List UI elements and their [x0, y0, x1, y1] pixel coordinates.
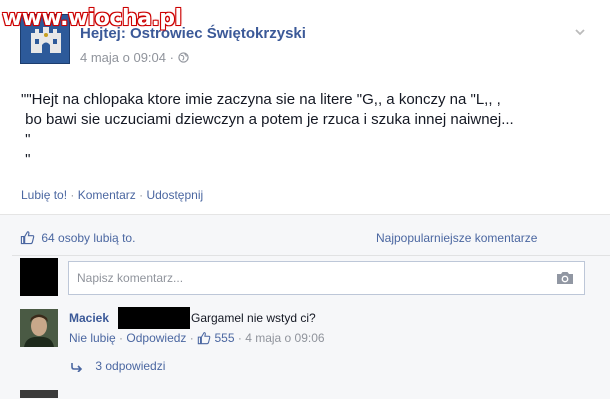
- watermark: www.wiocha.pl: [2, 6, 182, 31]
- replies-count: 3 odpowiedzi: [95, 359, 166, 373]
- post-actions: Lubię to! · Komentarz · Udostępnij: [21, 188, 203, 202]
- action-separator: ·: [70, 188, 78, 202]
- comment-input[interactable]: [77, 270, 537, 286]
- comment-box[interactable]: [68, 261, 585, 295]
- chevron-down-icon[interactable]: [574, 26, 586, 38]
- like-link[interactable]: Lubię to!: [21, 188, 67, 202]
- comment-sort[interactable]: Najpopularniejsze komentarze: [376, 231, 537, 245]
- divider: [12, 255, 610, 256]
- commenter-avatar[interactable]: [20, 309, 58, 347]
- likes-summary[interactable]: 64 osoby lubią to.: [20, 230, 135, 245]
- share-link[interactable]: Udostępnij: [146, 188, 203, 202]
- post-line: bo bawi sie uczuciami dziewczyn a potem …: [21, 111, 514, 128]
- camera-icon[interactable]: [556, 271, 574, 285]
- likes-count-text[interactable]: 64 osoby lubią to.: [41, 231, 135, 245]
- next-commenter-avatar[interactable]: [20, 390, 58, 398]
- comment-date[interactable]: 4 maja o 09:06: [245, 331, 324, 345]
- thumbs-up-icon: [20, 231, 35, 245]
- comment-text: Gargamel nie wstyd ci?: [191, 311, 316, 325]
- profile-photo: [20, 309, 58, 347]
- reply-arrow-icon: [71, 363, 83, 373]
- post-line: ": [21, 131, 31, 148]
- comment-link[interactable]: Komentarz: [78, 188, 136, 202]
- censor-bar: [118, 307, 190, 329]
- post-body: ""Hejt na chlopaka ktore imie zaczyna si…: [21, 90, 591, 170]
- post-meta: 4 maja o 09:04 ·: [80, 50, 189, 65]
- meta-separator: ·: [169, 50, 178, 65]
- unlike-link[interactable]: Nie lubię: [69, 331, 116, 345]
- post-date[interactable]: 4 maja o 09:04: [80, 50, 166, 65]
- comment-like-count[interactable]: 555: [214, 331, 234, 345]
- action-separator: ·: [189, 331, 198, 345]
- reply-link[interactable]: Odpowiedz: [126, 331, 186, 345]
- post-card: www.wiocha.pl Hejtej: Ostrowiec Świętokr…: [0, 0, 610, 399]
- post-line: ": [21, 151, 31, 168]
- comment-author[interactable]: Maciek: [69, 311, 109, 325]
- thumbs-up-icon: [197, 332, 211, 345]
- post-line: ""Hejt na chlopaka ktore imie zaczyna si…: [21, 91, 501, 108]
- view-replies-link[interactable]: 3 odpowiedzi: [71, 359, 165, 373]
- current-user-avatar: [20, 258, 58, 296]
- comment-actions: Nie lubię · Odpowiedz · 555 · 4 maja o 0…: [69, 331, 325, 345]
- globe-icon: [177, 52, 189, 63]
